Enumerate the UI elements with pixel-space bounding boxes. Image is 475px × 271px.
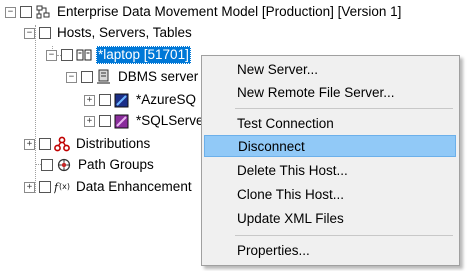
host-icon — [76, 47, 92, 63]
collapse-toggle[interactable]: − — [24, 27, 35, 39]
menu-item-delete-host[interactable]: Delete This Host... — [204, 160, 456, 182]
tree-label-distributions: Distributions — [76, 136, 151, 151]
path-group-icon — [56, 157, 72, 173]
menu-item-label: New Server... — [237, 62, 319, 77]
tree-label-laptop: *laptop [51701] — [96, 46, 191, 64]
collapse-toggle[interactable]: − — [66, 71, 77, 83]
expand-toggle[interactable]: + — [24, 181, 35, 193]
node-checkbox[interactable] — [81, 71, 93, 83]
tree-node-azure[interactable]: + *AzureSQ — [84, 90, 198, 110]
menu-item-label: Properties... — [237, 243, 310, 258]
tree-label-data-enhancement: Data Enhancement — [76, 179, 192, 194]
node-checkbox[interactable] — [99, 115, 111, 127]
tree-node-data-enhancement[interactable]: + f (x) Data Enhancement — [24, 177, 194, 197]
menu-item-label: Delete This Host... — [237, 163, 348, 178]
node-checkbox[interactable] — [41, 159, 53, 171]
tree-label-hosts: Hosts, Servers, Tables — [57, 25, 192, 40]
tree-guide-line — [35, 25, 36, 193]
tree-node-sqlserver[interactable]: + *SQLServe — [84, 111, 206, 131]
node-checkbox[interactable] — [61, 49, 73, 61]
menu-item-clone-host[interactable]: Clone This Host... — [204, 184, 456, 206]
server-icon — [96, 69, 112, 85]
expand-toggle[interactable]: + — [84, 115, 95, 127]
tree-label-azure: *AzureSQ — [136, 92, 197, 107]
tree-node-dbms-server[interactable]: − DBMS server — [66, 67, 200, 87]
menu-item-new-server[interactable]: New Server... — [204, 59, 456, 81]
svg-text:(x): (x) — [59, 182, 70, 191]
context-menu: New Server... New Remote File Server... … — [201, 55, 460, 266]
menu-item-update-xml-files[interactable]: Update XML Files — [204, 208, 456, 230]
menu-item-properties[interactable]: Properties... — [204, 240, 456, 262]
tree-node-laptop[interactable]: − *laptop [51701] — [46, 45, 191, 65]
model-icon — [35, 4, 51, 20]
distribution-icon — [54, 136, 70, 152]
function-icon: f (x) — [54, 179, 70, 195]
node-checkbox[interactable] — [39, 181, 51, 193]
menu-item-new-remote-file-server[interactable]: New Remote File Server... — [204, 82, 456, 104]
tree-node-path-groups[interactable]: Path Groups — [37, 155, 156, 175]
menu-item-label: Test Connection — [237, 116, 334, 131]
expand-toggle[interactable]: + — [84, 94, 95, 106]
menu-item-disconnect[interactable]: Disconnect — [204, 135, 456, 157]
tree-label-sqlserver: *SQLServe — [136, 113, 204, 128]
node-checkbox[interactable] — [99, 94, 111, 106]
menu-item-label: Clone This Host... — [237, 187, 345, 202]
tree-label-root: Enterprise Data Movement Model [Producti… — [57, 4, 402, 19]
tree-label-path-groups: Path Groups — [78, 157, 154, 172]
tree-label-dbms-server: DBMS server — [118, 69, 199, 84]
expand-toggle[interactable]: + — [24, 138, 35, 150]
tree-node-hosts[interactable]: − Hosts, Servers, Tables — [24, 23, 194, 43]
menu-item-label: Update XML Files — [237, 211, 344, 226]
node-checkbox[interactable] — [20, 6, 32, 18]
menu-separator — [235, 235, 453, 236]
azure-db-icon — [114, 92, 130, 108]
collapse-toggle[interactable]: − — [46, 49, 57, 61]
collapse-toggle[interactable]: − — [5, 6, 16, 18]
menu-item-label: Disconnect — [238, 139, 305, 154]
node-checkbox[interactable] — [39, 138, 51, 150]
tree-node-distributions[interactable]: + Distributions — [24, 134, 152, 154]
tree-node-root[interactable]: − Enterprise Data Movement Model [Produc… — [5, 2, 403, 22]
node-checkbox[interactable] — [39, 27, 51, 39]
menu-separator — [235, 108, 453, 109]
sqlserver-db-icon — [114, 113, 130, 129]
menu-item-label: New Remote File Server... — [237, 85, 395, 100]
menu-item-test-connection[interactable]: Test Connection — [204, 113, 456, 135]
